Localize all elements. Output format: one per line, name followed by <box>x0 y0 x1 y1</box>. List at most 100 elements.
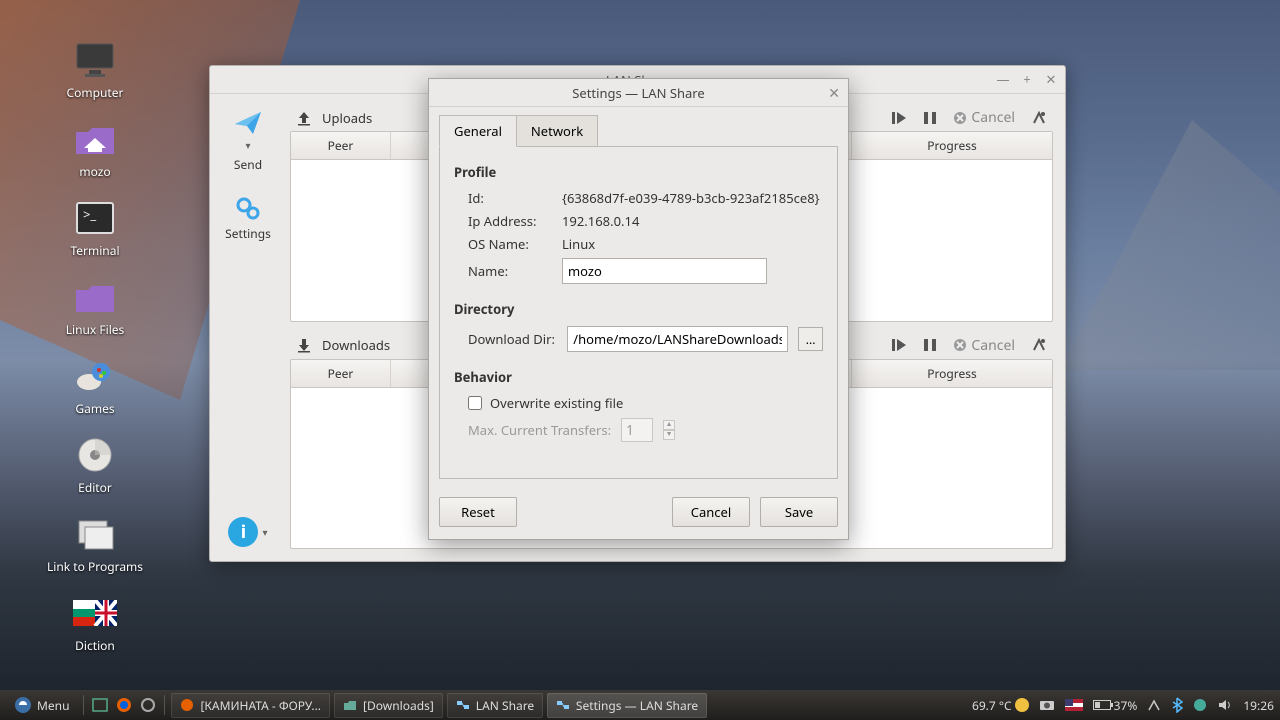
system-tray: 69.7 °C 37% 19:26 <box>972 697 1274 714</box>
desktop-icon-terminal[interactable]: >_ Terminal <box>45 198 145 259</box>
resume-button[interactable] <box>891 338 907 352</box>
desktop-icon-label: Editor <box>78 479 112 496</box>
desktop-icon-editor[interactable]: Editor <box>45 435 145 496</box>
cancel-button[interactable]: Cancel <box>672 497 750 527</box>
overwrite-checkbox[interactable] <box>468 396 482 410</box>
name-label: Name: <box>468 262 552 280</box>
id-label: Id: <box>468 189 552 207</box>
overwrite-label: Overwrite existing file <box>490 394 623 412</box>
column-progress[interactable]: Progress <box>852 132 1052 159</box>
download-dir-input[interactable] <box>567 326 788 352</box>
save-button[interactable]: Save <box>760 497 838 527</box>
column-peer[interactable]: Peer <box>291 360 391 387</box>
desktop-icons: Computer mozo >_ Terminal Linux Files Ga… <box>45 40 145 654</box>
taskbar-item-forum[interactable]: [КАМИНАТА - ФОРУ... <box>171 693 330 718</box>
pause-button[interactable] <box>923 111 937 125</box>
close-icon[interactable]: ✕ <box>828 84 840 103</box>
desktop-icon-diction[interactable]: Diction <box>45 593 145 654</box>
close-button[interactable]: ✕ <box>1043 70 1059 88</box>
menu-label: Menu <box>37 697 69 714</box>
desktop-icon-label: Computer <box>67 84 124 101</box>
clear-button[interactable] <box>1031 337 1047 353</box>
desktop-icon-computer[interactable]: Computer <box>45 40 145 101</box>
update-tray-icon[interactable] <box>1193 698 1207 712</box>
download-dir-label: Download Dir: <box>468 330 557 348</box>
keyboard-layout[interactable] <box>1065 699 1083 711</box>
column-progress[interactable]: Progress <box>852 360 1052 387</box>
behavior-heading: Behavior <box>454 368 823 386</box>
battery-indicator[interactable]: 37% <box>1093 697 1138 714</box>
taskbar-item-lanshare[interactable]: LAN Share <box>447 693 543 718</box>
home-folder-icon <box>73 119 117 159</box>
left-toolbar: ▾ Send Settings i ▾ <box>210 94 286 561</box>
monitor-icon <box>73 40 117 80</box>
desktop-icon-linux-files[interactable]: Linux Files <box>45 277 145 338</box>
desktop-icon-link-programs[interactable]: Link to Programs <box>45 514 145 575</box>
column-peer[interactable]: Peer <box>291 132 391 159</box>
send-label: Send <box>234 156 262 173</box>
flags-icon <box>73 593 117 633</box>
temperature-indicator[interactable]: 69.7 °C <box>972 697 1029 714</box>
max-transfers-input[interactable] <box>621 418 653 442</box>
desktop-icon-games[interactable]: Games <box>45 356 145 417</box>
info-button[interactable]: i ▾ <box>228 517 267 547</box>
cancel-button[interactable]: Cancel <box>953 336 1015 355</box>
minimize-button[interactable]: — <box>995 70 1011 88</box>
dialog-titlebar[interactable]: Settings — LAN Share ✕ <box>429 79 848 107</box>
os-value: Linux <box>562 235 595 253</box>
desktop-icon-label: Games <box>75 400 114 417</box>
send-button[interactable]: ▾ Send <box>233 110 263 173</box>
tab-general[interactable]: General <box>439 115 517 147</box>
link-icon <box>73 514 117 554</box>
clock[interactable]: 19:26 <box>1243 697 1274 714</box>
tab-network[interactable]: Network <box>516 115 598 146</box>
browse-button[interactable]: ... <box>798 327 823 351</box>
desktop-icon-mozo[interactable]: mozo <box>45 119 145 180</box>
volume-tray-icon[interactable] <box>1217 698 1233 712</box>
chevron-down-icon: ▾ <box>262 525 267 539</box>
desktop-icon-label: mozo <box>79 163 110 180</box>
info-icon: i <box>228 517 258 547</box>
taskbar: Menu [КАМИНАТА - ФОРУ... [Downloads] LAN… <box>0 690 1280 720</box>
settings-label: Settings <box>225 225 271 242</box>
taskbar-item-downloads[interactable]: [Downloads] <box>334 693 443 718</box>
maximize-button[interactable]: + <box>1019 70 1035 88</box>
gear-icon <box>234 195 262 221</box>
bluetooth-tray-icon[interactable] <box>1171 697 1183 713</box>
profile-heading: Profile <box>454 163 823 181</box>
cancel-button[interactable]: Cancel <box>953 108 1015 127</box>
download-icon <box>296 337 312 353</box>
disc-icon <box>73 435 117 475</box>
resume-button[interactable] <box>891 111 907 125</box>
dialog-title: Settings — LAN Share <box>572 84 705 102</box>
show-desktop-button[interactable] <box>90 695 110 715</box>
firefox-launcher[interactable] <box>114 695 134 715</box>
paper-plane-icon <box>233 110 263 136</box>
max-transfers-label: Max. Current Transfers: <box>468 421 611 439</box>
settings-launcher[interactable] <box>138 695 158 715</box>
ip-value: 192.168.0.14 <box>562 212 639 230</box>
overwrite-checkbox-row[interactable]: Overwrite existing file <box>468 394 823 412</box>
svg-text:>_: >_ <box>83 205 96 223</box>
spin-up[interactable]: ▲ <box>663 420 675 430</box>
desktop-icon-label: Link to Programs <box>47 558 143 575</box>
taskbar-item-settings[interactable]: Settings — LAN Share <box>547 693 707 718</box>
flag-us-icon <box>1065 699 1083 711</box>
battery-icon <box>1093 700 1111 710</box>
name-input[interactable] <box>562 258 767 284</box>
camera-tray-icon[interactable] <box>1039 699 1055 711</box>
clear-button[interactable] <box>1031 110 1047 126</box>
start-icon <box>14 696 32 714</box>
pause-button[interactable] <box>923 338 937 352</box>
chevron-down-icon: ▾ <box>245 138 250 152</box>
directory-heading: Directory <box>454 300 823 318</box>
start-menu-button[interactable]: Menu <box>6 693 77 717</box>
network-tray-icon[interactable] <box>1147 698 1161 712</box>
reset-button[interactable]: Reset <box>439 497 517 527</box>
id-value: {63868d7f-e039-4789-b3cb-923af2185ce8} <box>562 189 820 207</box>
spin-down[interactable]: ▼ <box>663 430 675 440</box>
settings-button[interactable]: Settings <box>225 195 271 242</box>
terminal-icon: >_ <box>73 198 117 238</box>
games-icon <box>73 356 117 396</box>
tab-content: Profile Id: {63868d7f-e039-4789-b3cb-923a… <box>439 146 838 479</box>
